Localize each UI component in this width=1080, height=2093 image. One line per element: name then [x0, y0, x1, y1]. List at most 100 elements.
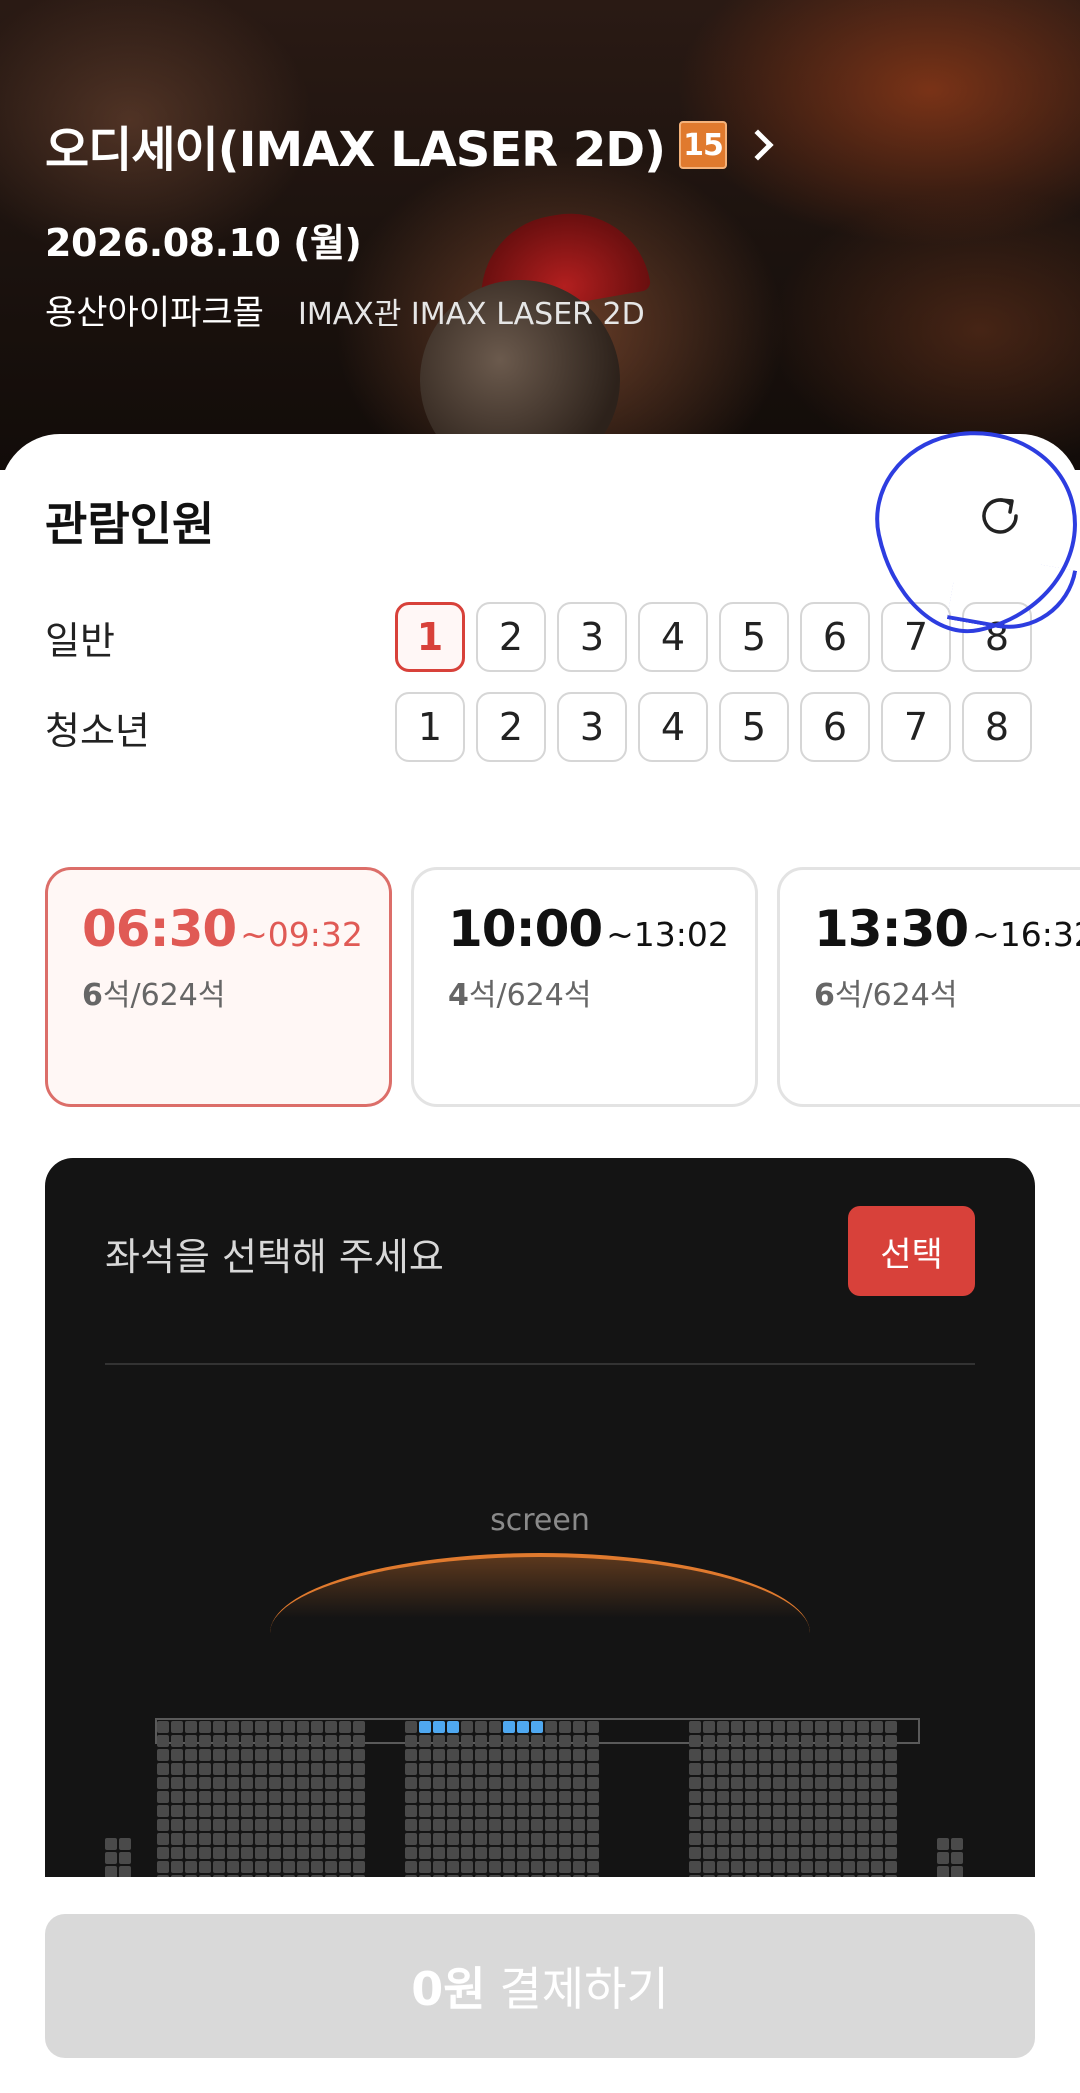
seat[interactable] [745, 1735, 757, 1747]
seat[interactable] [801, 1805, 813, 1817]
seat[interactable] [545, 1721, 557, 1733]
seat[interactable] [171, 1763, 183, 1775]
seat[interactable] [157, 1833, 169, 1845]
seat[interactable] [157, 1777, 169, 1789]
seat[interactable] [325, 1861, 337, 1873]
seat[interactable] [843, 1721, 855, 1733]
seat[interactable] [241, 1819, 253, 1831]
seat[interactable] [419, 1791, 431, 1803]
seat[interactable] [269, 1861, 281, 1873]
seat[interactable] [559, 1819, 571, 1831]
count-button[interactable]: 5 [719, 602, 789, 672]
seat[interactable] [801, 1777, 813, 1789]
seat[interactable] [773, 1721, 785, 1733]
count-button[interactable]: 8 [962, 602, 1032, 672]
seat[interactable] [731, 1791, 743, 1803]
seat[interactable] [689, 1763, 701, 1775]
seat[interactable] [255, 1861, 267, 1873]
seat[interactable] [885, 1735, 897, 1747]
seat[interactable] [829, 1833, 841, 1845]
seat[interactable] [559, 1749, 571, 1761]
seat[interactable] [185, 1763, 197, 1775]
seat[interactable] [801, 1763, 813, 1775]
seat[interactable] [339, 1805, 351, 1817]
seat[interactable] [419, 1861, 431, 1873]
seat[interactable] [745, 1819, 757, 1831]
seat[interactable] [885, 1749, 897, 1761]
seat[interactable] [269, 1819, 281, 1831]
seat[interactable] [419, 1763, 431, 1775]
seat[interactable] [461, 1777, 473, 1789]
seat[interactable] [829, 1749, 841, 1761]
seat[interactable] [745, 1777, 757, 1789]
seat[interactable] [745, 1805, 757, 1817]
seat[interactable] [489, 1861, 501, 1873]
seat[interactable] [857, 1805, 869, 1817]
seat[interactable] [475, 1721, 487, 1733]
seat[interactable] [759, 1721, 771, 1733]
seat[interactable] [801, 1833, 813, 1845]
seat[interactable] [745, 1749, 757, 1761]
seat[interactable] [241, 1777, 253, 1789]
seat[interactable] [829, 1819, 841, 1831]
seat[interactable] [559, 1805, 571, 1817]
seat[interactable] [199, 1847, 211, 1859]
seat[interactable] [213, 1805, 225, 1817]
seat[interactable] [703, 1861, 715, 1873]
seat[interactable] [227, 1777, 239, 1789]
seat[interactable] [157, 1861, 169, 1873]
seat[interactable] [503, 1819, 515, 1831]
count-button[interactable]: 7 [881, 692, 951, 762]
seat[interactable] [815, 1819, 827, 1831]
seat[interactable] [171, 1805, 183, 1817]
seat[interactable] [297, 1805, 309, 1817]
seat[interactable] [517, 1791, 529, 1803]
count-button[interactable]: 8 [962, 692, 1032, 762]
seat[interactable] [745, 1847, 757, 1859]
seat[interactable] [857, 1721, 869, 1733]
seat[interactable] [843, 1735, 855, 1747]
seat[interactable] [503, 1847, 515, 1859]
seat[interactable] [325, 1833, 337, 1845]
seat[interactable] [255, 1819, 267, 1831]
seat[interactable] [447, 1749, 459, 1761]
seat[interactable] [573, 1805, 585, 1817]
seat[interactable] [573, 1833, 585, 1845]
seat[interactable] [531, 1763, 543, 1775]
seat[interactable] [717, 1791, 729, 1803]
seat[interactable] [227, 1791, 239, 1803]
seat[interactable] [339, 1721, 351, 1733]
seat[interactable] [885, 1777, 897, 1789]
seat[interactable] [885, 1833, 897, 1845]
seat[interactable] [199, 1721, 211, 1733]
seat[interactable] [185, 1749, 197, 1761]
seat[interactable] [717, 1833, 729, 1845]
seat[interactable] [857, 1749, 869, 1761]
seat[interactable] [283, 1735, 295, 1747]
seat[interactable] [843, 1833, 855, 1845]
count-button[interactable]: 3 [557, 602, 627, 672]
seat[interactable] [461, 1763, 473, 1775]
seat[interactable] [199, 1777, 211, 1789]
seat[interactable] [311, 1819, 323, 1831]
seat[interactable] [461, 1791, 473, 1803]
seat[interactable] [517, 1721, 529, 1733]
seat[interactable] [325, 1847, 337, 1859]
seat[interactable] [227, 1819, 239, 1831]
seat[interactable] [731, 1861, 743, 1873]
seat[interactable] [815, 1861, 827, 1873]
seat[interactable] [311, 1721, 323, 1733]
seat[interactable] [829, 1791, 841, 1803]
seat[interactable] [531, 1847, 543, 1859]
seat[interactable] [433, 1735, 445, 1747]
seat[interactable] [255, 1763, 267, 1775]
seat[interactable] [241, 1721, 253, 1733]
seat[interactable] [801, 1861, 813, 1873]
refresh-icon[interactable] [970, 486, 1030, 546]
seat[interactable] [339, 1749, 351, 1761]
seat[interactable] [717, 1749, 729, 1761]
seat[interactable] [587, 1805, 599, 1817]
seat[interactable] [339, 1763, 351, 1775]
seat[interactable] [587, 1861, 599, 1873]
seat[interactable] [255, 1777, 267, 1789]
